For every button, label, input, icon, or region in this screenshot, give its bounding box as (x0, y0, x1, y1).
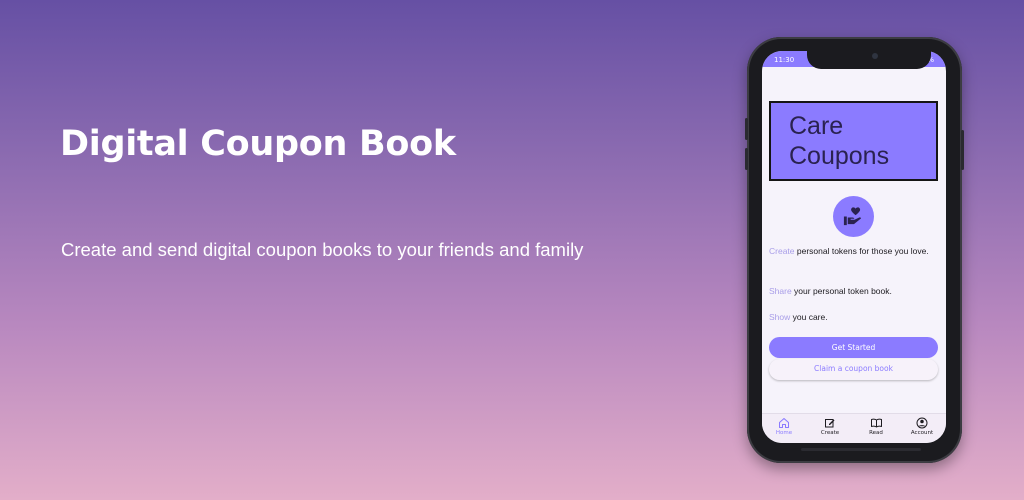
power-button (961, 130, 964, 170)
nav-create[interactable]: Create (812, 417, 848, 436)
nav-read-label: Read (869, 430, 883, 436)
subline: Create and send digital coupon books to … (61, 239, 584, 260)
get-started-button[interactable]: Get Started (769, 337, 938, 358)
share-text: your personal token book. (791, 286, 892, 296)
show-line: Show you care. (769, 311, 938, 324)
nav-create-label: Create (820, 430, 840, 436)
nav-read[interactable]: Read (858, 417, 894, 436)
create-accent: Create (769, 246, 795, 256)
logo-line-1: Care (789, 112, 844, 140)
share-line: Share your personal token book. (769, 285, 938, 298)
bottom-nav: Home Create Read Account (762, 413, 946, 443)
account-icon (916, 417, 928, 429)
app-logo: Care Coupons (769, 101, 938, 181)
edit-icon (825, 419, 835, 428)
nav-home[interactable]: Home (766, 417, 802, 436)
volume-down-button (745, 148, 748, 170)
status-time: 11:30 (774, 56, 795, 64)
create-text: personal tokens for those you love. (794, 246, 929, 256)
nav-home-label: Home (775, 430, 793, 436)
phone-notch (807, 48, 931, 69)
nav-account-label: Account (910, 430, 934, 436)
create-line: Create personal tokens for those you lov… (769, 245, 938, 258)
headline: Digital Coupon Book (60, 124, 456, 164)
camera-icon (872, 53, 878, 59)
logo-line-2: Coupons (789, 142, 890, 170)
nav-account[interactable]: Account (904, 417, 940, 436)
hand-heart-icon (833, 196, 874, 237)
volume-up-button (745, 118, 748, 140)
show-accent: Show (769, 312, 791, 322)
show-text: you care. (790, 312, 828, 322)
home-indicator (801, 448, 921, 451)
phone-screen: 11:30 72% Care Coupons Create personal t… (762, 51, 946, 443)
claim-coupon-book-button[interactable]: Claim a coupon book (769, 359, 938, 380)
home-icon (779, 418, 789, 428)
book-icon (870, 418, 882, 428)
share-accent: Share (769, 286, 792, 296)
